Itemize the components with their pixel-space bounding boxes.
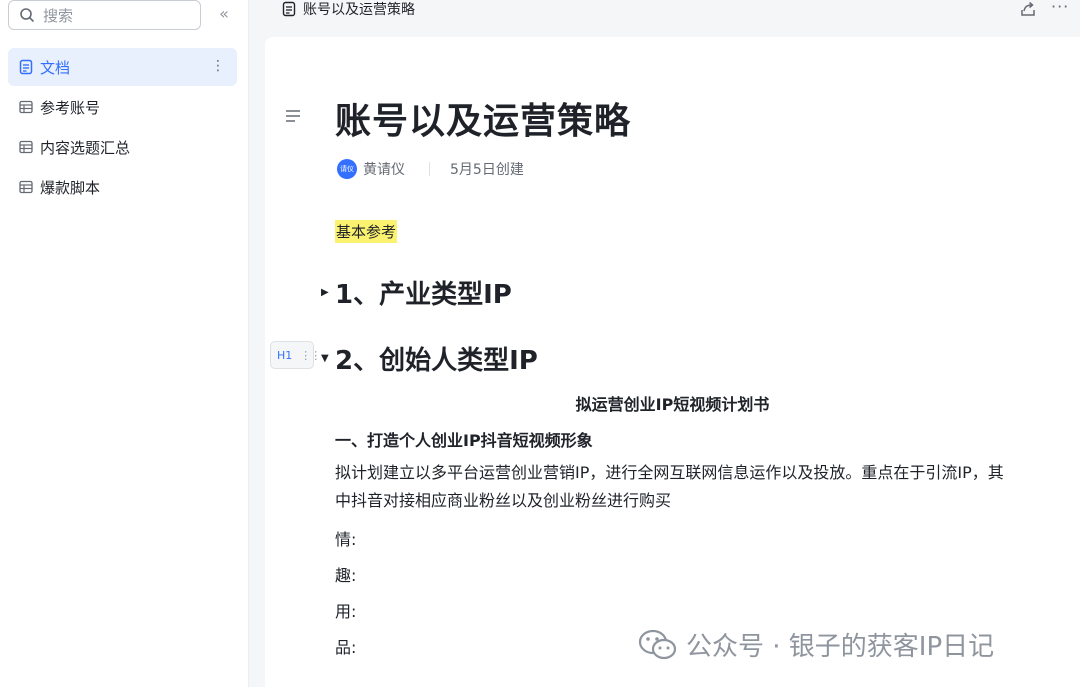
sidebar-nav: 文档 ⋮ 参考账号 内容选题汇总 爆款脚本 [8,48,237,208]
table-icon [18,139,34,155]
watermark: 公众号 · 银子的获客IP日记 [638,626,994,663]
search-icon [20,8,34,22]
top-bar: 账号以及运营策略 ··· [249,0,1080,32]
search-placeholder: 搜索 [43,6,74,25]
sidebar-item-reference-accounts[interactable]: 参考账号 [8,88,237,126]
table-icon [18,179,34,195]
document-canvas: 账号以及运营策略 请仪 黄请仪 5月5日创建 基本参考 ▶ 1、产业类型IP H… [265,37,1080,687]
search-input[interactable]: 搜索 [8,0,201,30]
section-heading[interactable]: 一、打造个人创业IP抖音短视频形象 [335,427,593,451]
app: 搜索 « 文档 ⋮ 参考账号 内容选题汇总 爆款脚本 账号以及运营策略 ··· … [0,0,1080,687]
heading-text: 1、产业类型IP [335,280,512,310]
sidebar-item-docs[interactable]: 文档 ⋮ [8,48,237,86]
plan-title[interactable]: 拟运营创业IP短视频计划书 [265,391,1080,415]
page-title[interactable]: 账号以及运营策略 [335,92,631,144]
h1-badge-label: H1 [277,348,293,362]
double-chevron-left-icon[interactable]: « [214,4,234,24]
body-paragraph[interactable]: 拟计划建立以多平台运营创业营销IP，进行全网互联网信息运作以及投放。重点在于引流… [335,459,1015,515]
sidebar-item-label: 爆款脚本 [40,178,101,197]
heading-text: 2、创始人类型IP [335,346,538,376]
caret-right-icon[interactable]: ▶ [321,287,331,298]
avatar[interactable]: 请仪 [337,159,357,179]
more-vertical-icon[interactable]: ⋮ [211,57,225,75]
sidebar: 搜索 « 文档 ⋮ 参考账号 内容选题汇总 爆款脚本 [0,0,249,687]
list-line[interactable]: 情: [335,526,356,550]
list-line[interactable]: 趣: [335,562,356,586]
doc-meta: 请仪 黄请仪 5月5日创建 [337,159,524,179]
watermark-text: 公众号 · 银子的获客IP日记 [686,632,995,662]
doc-icon [18,59,34,75]
breadcrumb-title: 账号以及运营策略 [303,2,415,18]
breadcrumb[interactable]: 账号以及运营策略 [281,0,415,18]
highlighted-text[interactable]: 基本参考 [335,220,398,243]
more-horizontal-icon[interactable]: ··· [1051,0,1069,16]
sidebar-item-viral-scripts[interactable]: 爆款脚本 [8,168,237,206]
sidebar-item-label: 内容选题汇总 [40,138,131,157]
doc-icon [282,1,296,17]
share-icon[interactable] [1019,0,1037,18]
drag-handle-icon[interactable]: ⋮⋮ [300,349,321,362]
heading-1-founder[interactable]: ▼ 2、创始人类型IP [321,340,538,377]
wechat-icon [638,629,677,659]
outline-icon[interactable] [285,109,301,123]
heading-1-industry[interactable]: ▶ 1、产业类型IP [321,274,512,311]
author-name[interactable]: 黄请仪 [363,159,405,179]
divider [429,162,430,176]
table-icon [18,99,34,115]
caret-down-icon[interactable]: ▼ [321,353,331,364]
sidebar-item-topic-summary[interactable]: 内容选题汇总 [8,128,237,166]
list-line[interactable]: 用: [335,598,356,622]
sidebar-item-label: 文档 [40,58,71,77]
created-date: 5月5日创建 [450,162,524,178]
heading-type-badge[interactable]: H1 ⋮⋮ [270,341,321,369]
list-line[interactable]: 品: [335,634,356,658]
sidebar-item-label: 参考账号 [40,98,101,117]
